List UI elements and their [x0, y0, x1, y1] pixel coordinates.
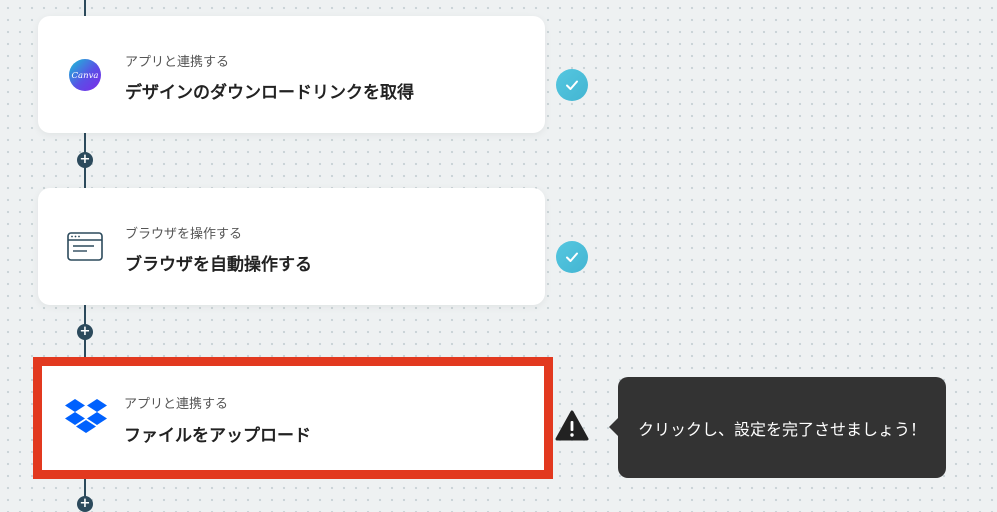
setup-tooltip: クリックし、設定を完了させましょう！: [609, 377, 946, 478]
check-icon: [556, 241, 588, 273]
add-step-button[interactable]: +: [77, 496, 93, 512]
tooltip-text: クリックし、設定を完了させましょう！: [637, 419, 926, 439]
dropbox-icon: [64, 398, 112, 446]
add-step-button[interactable]: +: [77, 152, 93, 168]
step-subtitle: アプリと連携する: [125, 55, 230, 70]
browser-window-icon: [66, 228, 104, 266]
canva-icon: Canva: [66, 56, 104, 94]
step-subtitle: アプリと連携する: [124, 397, 229, 412]
add-step-button[interactable]: +: [77, 324, 93, 340]
flow-canvas: { "steps": [ { "subtitle": "アプリと連携する", "…: [0, 0, 997, 512]
warning-icon: [555, 410, 589, 442]
flow-step-card[interactable]: Canva アプリと連携する デザインのダウンロードリンクを取得: [38, 16, 545, 133]
canva-logo-text: Canva: [72, 71, 99, 81]
check-icon: [556, 69, 588, 101]
step-title: デザインのダウンロードリンクを取得: [125, 83, 414, 103]
flow-step-card[interactable]: ブラウザを操作する ブラウザを自動操作する: [38, 188, 545, 305]
step-title: ファイルをアップロード: [124, 426, 311, 446]
step-subtitle: ブラウザを操作する: [125, 227, 243, 242]
step-title: ブラウザを自動操作する: [125, 255, 312, 275]
flow-step-card-highlighted[interactable]: アプリと連携する ファイルをアップロード: [33, 357, 553, 479]
